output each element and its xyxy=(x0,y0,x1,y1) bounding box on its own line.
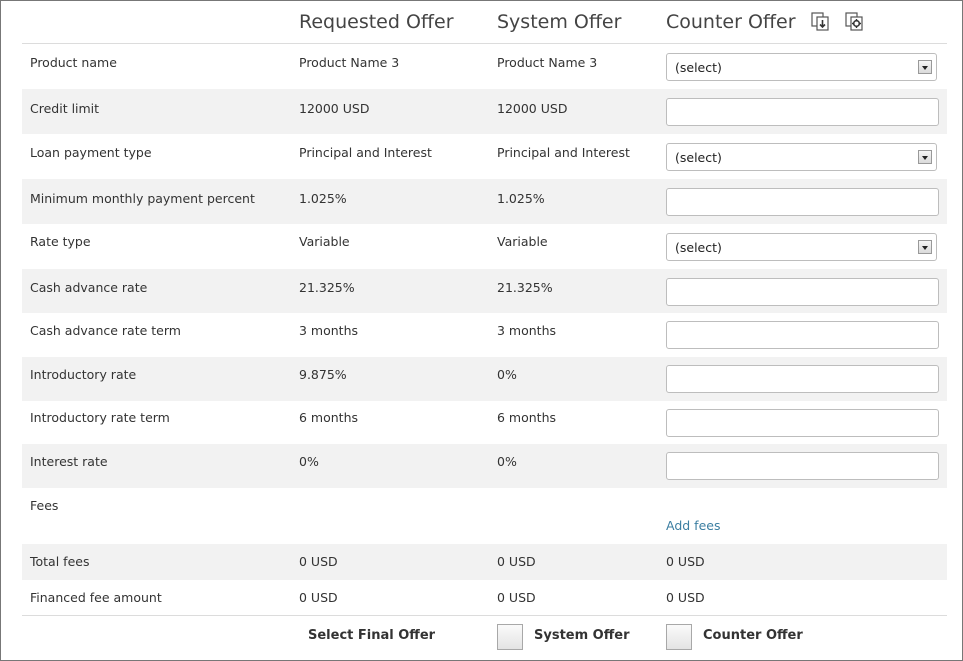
requested-value: 21.325% xyxy=(299,280,355,295)
product-name-select[interactable]: (select) xyxy=(666,53,937,81)
system-value: 0% xyxy=(497,367,517,382)
cash-advance-rate-term-input[interactable] xyxy=(666,321,939,349)
counter-offer-checkbox[interactable] xyxy=(666,624,692,650)
row-financed-fee-amount: Financed fee amount 0 USD 0 USD 0 USD xyxy=(22,580,947,615)
row-label: Rate type xyxy=(30,234,91,249)
select-value: (select) xyxy=(675,150,722,165)
row-label: Financed fee amount xyxy=(30,590,162,605)
header-system-offer: System Offer xyxy=(497,11,622,33)
row-label: Introductory rate term xyxy=(30,410,170,425)
counter-value: 0 USD xyxy=(666,590,705,605)
row-introductory-rate-term: Introductory rate term 6 months 6 months xyxy=(22,401,947,444)
row-label: Cash advance rate xyxy=(30,280,148,295)
system-value: 0% xyxy=(497,454,517,469)
copy-requested-icon[interactable] xyxy=(810,11,830,36)
column-header-row: Requested Offer System Offer Counter Off… xyxy=(1,1,962,43)
system-value: Principal and Interest xyxy=(497,145,630,160)
introductory-rate-term-input[interactable] xyxy=(666,409,939,437)
chevron-down-icon[interactable] xyxy=(918,150,932,164)
header-counter-offer: Counter Offer xyxy=(666,11,864,36)
requested-value: 9.875% xyxy=(299,367,347,382)
system-value: Product Name 3 xyxy=(497,55,598,70)
system-offer-option-label[interactable]: System Offer xyxy=(534,628,630,643)
row-label: Loan payment type xyxy=(30,145,152,160)
requested-value: 6 months xyxy=(299,410,359,425)
system-value: 0 USD xyxy=(497,590,536,605)
minimum-monthly-payment-input[interactable] xyxy=(666,188,939,216)
requested-value: 0 USD xyxy=(299,554,338,569)
footer-divider xyxy=(22,615,947,616)
counter-value: 0 USD xyxy=(666,554,705,569)
system-value: Variable xyxy=(497,234,548,249)
loan-payment-type-select[interactable]: (select) xyxy=(666,143,937,171)
requested-value: 3 months xyxy=(299,323,359,338)
requested-value: 0 USD xyxy=(299,590,338,605)
add-fees-link[interactable]: Add fees xyxy=(666,518,720,533)
row-cash-advance-rate-term: Cash advance rate term 3 months 3 months xyxy=(22,313,947,357)
row-cash-advance-rate: Cash advance rate 21.325% 21.325% xyxy=(22,269,947,313)
requested-value: Principal and Interest xyxy=(299,145,432,160)
interest-rate-input[interactable] xyxy=(666,452,939,480)
requested-value: Variable xyxy=(299,234,350,249)
system-value: 6 months xyxy=(497,410,557,425)
select-value: (select) xyxy=(675,240,722,255)
chevron-down-icon[interactable] xyxy=(918,60,932,74)
rate-type-select[interactable]: (select) xyxy=(666,233,937,261)
copy-system-icon[interactable] xyxy=(844,11,864,36)
row-label: Minimum monthly payment percent xyxy=(30,191,255,206)
system-value: 21.325% xyxy=(497,280,553,295)
system-value: 1.025% xyxy=(497,191,545,206)
row-label: Cash advance rate term xyxy=(30,323,181,338)
header-counter-offer-label: Counter Offer xyxy=(666,11,796,33)
introductory-rate-input[interactable] xyxy=(666,365,939,393)
row-interest-rate: Interest rate 0% 0% xyxy=(22,444,947,488)
select-final-offer-label: Select Final Offer xyxy=(308,628,436,643)
row-minimum-monthly-payment: Minimum monthly payment percent 1.025% 1… xyxy=(22,179,947,224)
requested-value: 1.025% xyxy=(299,191,347,206)
row-fees: Fees Add fees xyxy=(22,488,947,544)
system-value: 0 USD xyxy=(497,554,536,569)
row-introductory-rate: Introductory rate 9.875% 0% xyxy=(22,357,947,401)
row-rate-type: Rate type Variable Variable (select) xyxy=(22,224,947,269)
header-requested-offer: Requested Offer xyxy=(299,11,454,33)
row-label: Total fees xyxy=(30,554,90,569)
row-label: Credit limit xyxy=(30,101,100,116)
requested-value: Product Name 3 xyxy=(299,55,400,70)
select-value: (select) xyxy=(675,60,722,75)
requested-value: 0% xyxy=(299,454,319,469)
row-label: Interest rate xyxy=(30,454,108,469)
credit-limit-input[interactable] xyxy=(666,98,939,126)
row-total-fees: Total fees 0 USD 0 USD 0 USD xyxy=(22,544,947,580)
row-credit-limit: Credit limit 12000 USD 12000 USD xyxy=(22,89,947,134)
row-label: Fees xyxy=(30,498,59,513)
system-offer-checkbox[interactable] xyxy=(497,624,523,650)
system-value: 12000 USD xyxy=(497,101,568,116)
row-product-name: Product name Product Name 3 Product Name… xyxy=(22,44,947,89)
chevron-down-icon[interactable] xyxy=(918,240,932,254)
offer-comparison-panel: Requested Offer System Offer Counter Off… xyxy=(0,0,963,661)
row-label: Product name xyxy=(30,55,117,70)
requested-value: 12000 USD xyxy=(299,101,370,116)
system-value: 3 months xyxy=(497,323,557,338)
cash-advance-rate-input[interactable] xyxy=(666,278,939,306)
row-loan-payment-type: Loan payment type Principal and Interest… xyxy=(22,134,947,179)
row-label: Introductory rate xyxy=(30,367,137,382)
counter-offer-option-label[interactable]: Counter Offer xyxy=(703,628,803,643)
